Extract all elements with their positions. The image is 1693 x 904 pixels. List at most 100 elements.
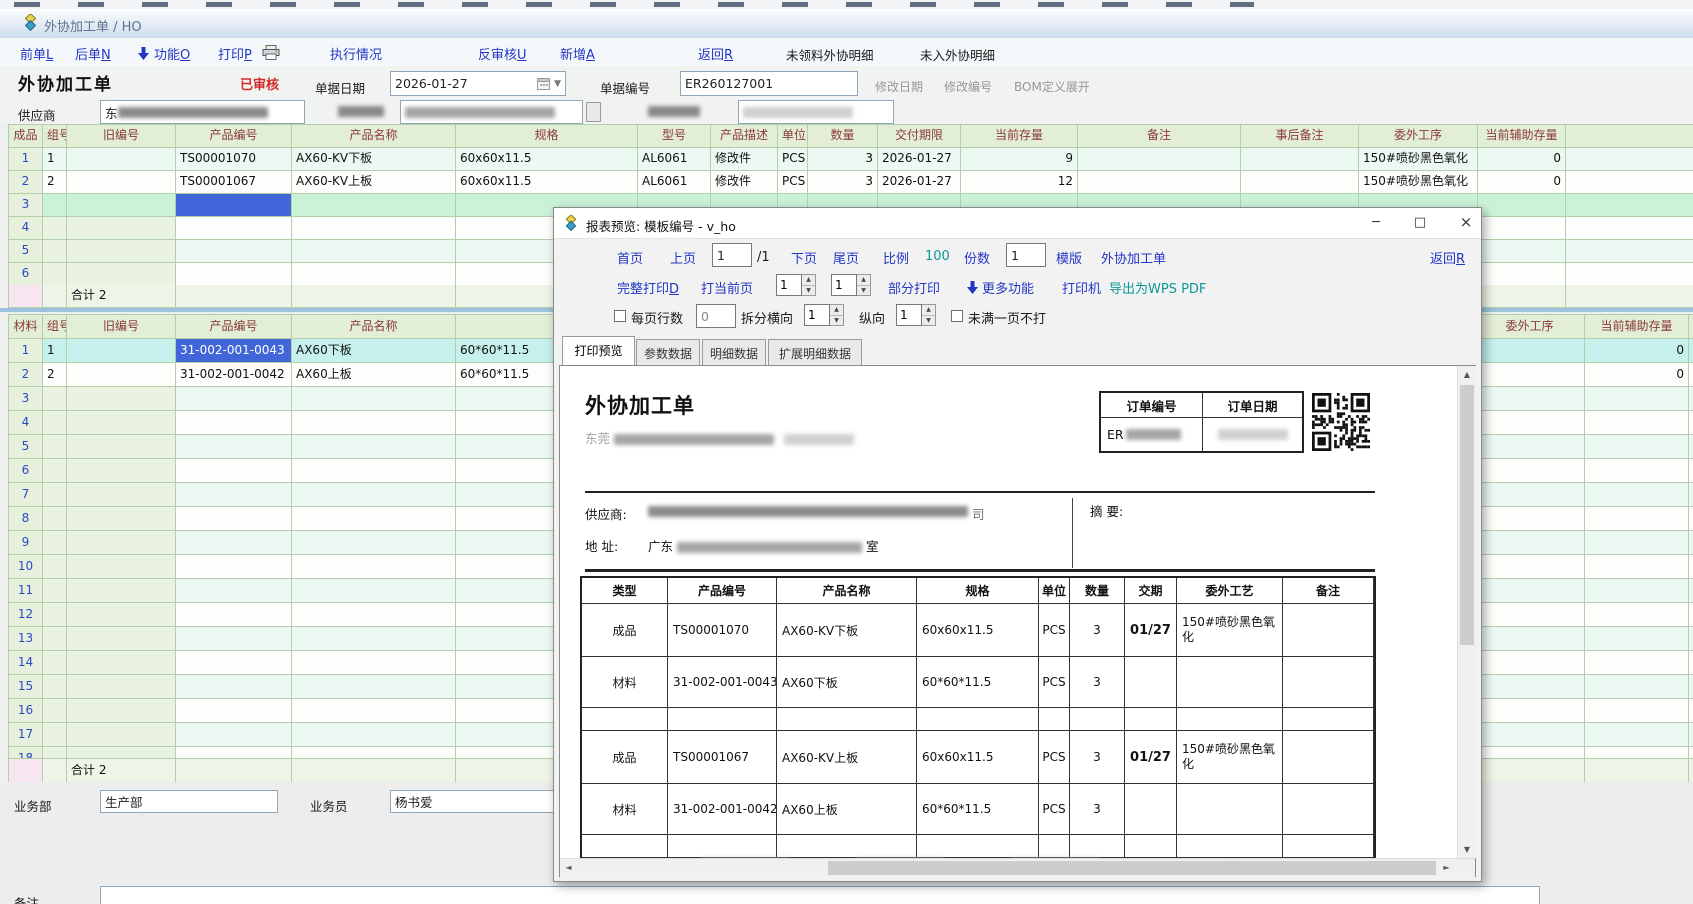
table-cell[interactable]	[1585, 603, 1689, 627]
table-cell[interactable]	[1078, 171, 1241, 194]
table-cell[interactable]	[176, 217, 292, 240]
table-cell[interactable]	[1689, 339, 1693, 363]
prev-order-button[interactable]: 前单L	[20, 44, 53, 63]
table-cell[interactable]	[1689, 699, 1693, 723]
table-cell[interactable]	[176, 411, 292, 435]
table-cell[interactable]	[176, 263, 292, 286]
row-number-cell[interactable]: 1	[9, 148, 43, 171]
table-cell[interactable]	[43, 194, 67, 217]
table-cell[interactable]	[67, 194, 176, 217]
table-cell[interactable]: AL6061	[638, 148, 711, 171]
table-cell[interactable]	[1566, 148, 1693, 171]
row-number-cell[interactable]: 9	[9, 531, 43, 555]
table-cell[interactable]	[67, 217, 176, 240]
table-cell[interactable]	[176, 699, 292, 723]
scroll-up-button[interactable]: ▲	[1458, 366, 1476, 383]
table-cell[interactable]	[176, 435, 292, 459]
modify-date-label[interactable]: 修改日期	[875, 78, 923, 95]
table-cell[interactable]	[67, 555, 176, 579]
tab-title[interactable]: 外协加工单 / HO	[44, 16, 142, 35]
table-cell[interactable]	[67, 531, 176, 555]
table-cell[interactable]: 3	[808, 148, 878, 171]
table-cell[interactable]	[176, 459, 292, 483]
table-cell[interactable]: 1	[43, 148, 67, 171]
row-number-cell[interactable]: 14	[9, 651, 43, 675]
table-cell[interactable]	[67, 435, 176, 459]
doc-date-input[interactable]: 2026-01-27 ▼	[390, 71, 566, 96]
table-cell[interactable]	[67, 387, 176, 411]
table-cell[interactable]	[67, 651, 176, 675]
table-cell[interactable]	[43, 240, 67, 263]
table-cell[interactable]	[1478, 217, 1566, 240]
table-cell[interactable]: 31-002-001-0042	[176, 363, 292, 387]
table-cell[interactable]	[1566, 240, 1693, 263]
table-cell[interactable]	[1689, 627, 1693, 651]
table-cell[interactable]	[1566, 194, 1693, 217]
more-functions-button[interactable]: 更多功能	[982, 278, 1034, 297]
table-cell[interactable]: 2026-01-27	[878, 171, 961, 194]
first-page-button[interactable]: 首页	[617, 248, 643, 267]
table-cell[interactable]	[1475, 651, 1585, 675]
table-cell[interactable]	[1689, 363, 1693, 387]
table-cell[interactable]	[1475, 699, 1585, 723]
close-button[interactable]: ×	[1448, 208, 1484, 237]
row-number-cell[interactable]: 16	[9, 699, 43, 723]
table-cell[interactable]: 0	[1585, 339, 1689, 363]
table-cell[interactable]: 0	[1478, 148, 1566, 171]
table-cell[interactable]	[43, 531, 67, 555]
table-cell[interactable]	[1585, 723, 1689, 747]
table-cell[interactable]	[292, 699, 456, 723]
table-cell[interactable]	[292, 194, 456, 217]
table-cell[interactable]	[176, 483, 292, 507]
table-cell[interactable]	[43, 217, 67, 240]
spinner-arrows[interactable]: ▲▼	[857, 274, 871, 296]
row-number-cell[interactable]: 15	[9, 675, 43, 699]
table-cell[interactable]	[176, 531, 292, 555]
table-cell[interactable]: AX60-KV上板	[292, 171, 456, 194]
row-number-cell[interactable]: 8	[9, 507, 43, 531]
table-cell[interactable]	[1689, 483, 1693, 507]
table-cell[interactable]: 2026-01-27	[878, 148, 961, 171]
table-cell[interactable]: PCS	[778, 148, 808, 171]
row-number-cell[interactable]: 5	[9, 240, 43, 263]
unreceived-outsource-detail-label[interactable]: 未入外协明细	[920, 45, 995, 64]
table-cell[interactable]	[1475, 507, 1585, 531]
table-cell[interactable]	[1475, 627, 1585, 651]
table-cell[interactable]: 1	[43, 339, 67, 363]
table-cell[interactable]	[67, 148, 176, 171]
table-cell[interactable]	[43, 579, 67, 603]
table-cell[interactable]	[43, 723, 67, 747]
table-cell[interactable]	[1585, 579, 1689, 603]
table-cell[interactable]	[67, 723, 176, 747]
table-cell[interactable]	[1566, 263, 1693, 286]
table-cell[interactable]	[1566, 217, 1693, 240]
table-cell[interactable]: 0	[1585, 363, 1689, 387]
table-cell[interactable]	[67, 507, 176, 531]
table-cell[interactable]	[67, 411, 176, 435]
table-cell[interactable]	[292, 723, 456, 747]
table-cell[interactable]	[1478, 240, 1566, 263]
vertical-scrollbar[interactable]: ▲ ▼	[1457, 366, 1476, 858]
return-button[interactable]: 返回R	[698, 44, 733, 63]
table-cell[interactable]	[1585, 531, 1689, 555]
table-cell[interactable]	[43, 507, 67, 531]
table-cell[interactable]: 2	[43, 171, 67, 194]
unaudit-button[interactable]: 反审核U	[478, 44, 527, 63]
add-new-button[interactable]: 新增A	[560, 44, 595, 63]
table-cell[interactable]	[1475, 555, 1585, 579]
table-cell[interactable]	[292, 531, 456, 555]
table-cell[interactable]: 12	[961, 171, 1078, 194]
table-cell[interactable]	[1475, 435, 1585, 459]
table-cell[interactable]	[292, 483, 456, 507]
table-cell[interactable]	[292, 651, 456, 675]
table-cell[interactable]: 150#喷砂黑色氧化	[1359, 171, 1478, 194]
row-number-cell[interactable]: 3	[9, 194, 43, 217]
table-cell[interactable]	[292, 240, 456, 263]
table-cell[interactable]	[1585, 699, 1689, 723]
row-number-cell[interactable]: 17	[9, 723, 43, 747]
table-cell[interactable]: 2	[43, 363, 67, 387]
table-cell[interactable]: 0	[1478, 171, 1566, 194]
table-cell[interactable]	[67, 675, 176, 699]
row-number-cell[interactable]: 10	[9, 555, 43, 579]
printer-icon[interactable]	[262, 45, 280, 60]
